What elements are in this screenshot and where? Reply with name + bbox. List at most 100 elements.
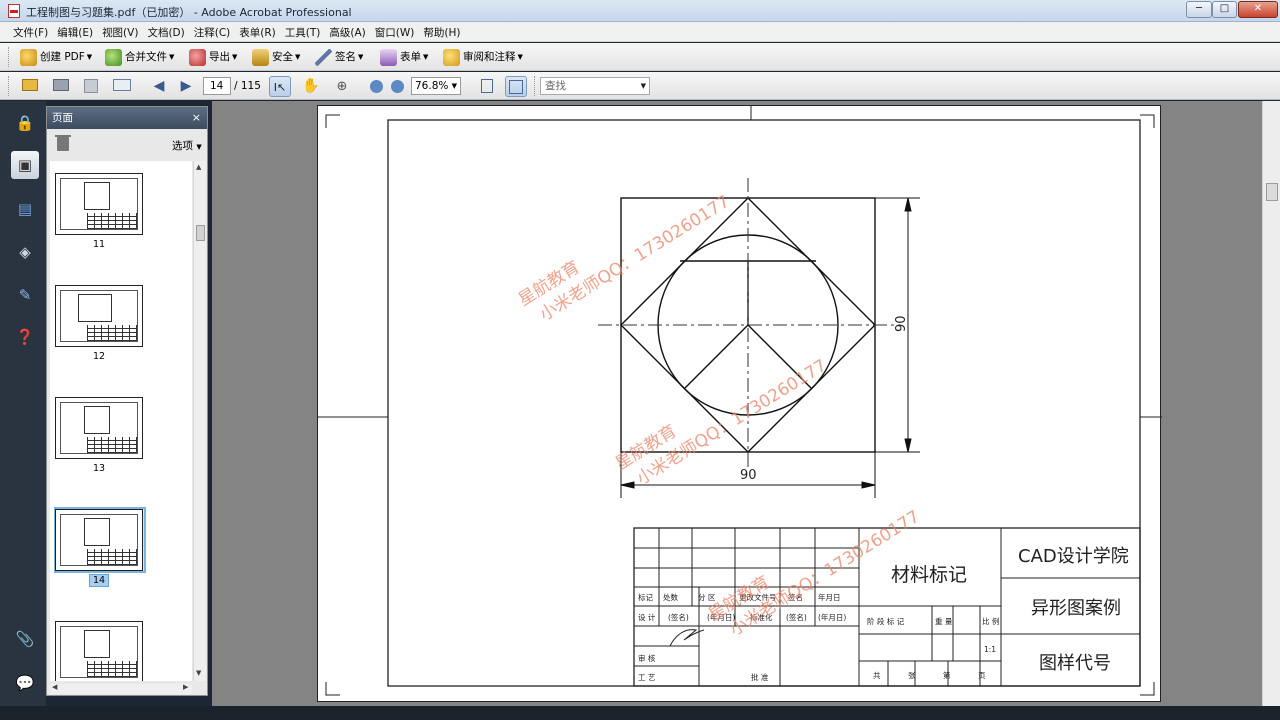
chevron-down-icon: ▼ — [169, 53, 175, 61]
zoom-level-value: 76.8% — [415, 80, 449, 92]
tb-sheets-label: 张 — [908, 671, 916, 680]
options-button[interactable]: 选项 ▼ — [172, 138, 202, 153]
window-title: 工程制图与习题集.pdf（已加密） - Adobe Acrobat Profes… — [26, 6, 352, 19]
scroll-left-icon[interactable]: ◀ — [52, 683, 57, 691]
toolbar-grip[interactable] — [8, 47, 11, 67]
menu-view[interactable]: 视图(V) — [102, 22, 138, 40]
menu-comments[interactable]: 注释(C) — [194, 22, 231, 40]
toolbar-grip[interactable] — [8, 76, 11, 96]
trash-icon[interactable] — [55, 135, 71, 151]
menu-forms[interactable]: 表单(R) — [239, 22, 276, 40]
page-thumbnail[interactable] — [55, 397, 143, 459]
zoom-in-icon[interactable] — [386, 76, 408, 97]
comments-icon[interactable]: 💬 — [11, 669, 39, 697]
menu-edit[interactable]: 编辑(E) — [57, 22, 93, 40]
scroll-down-icon[interactable]: ▼ — [196, 669, 201, 677]
chevron-down-icon: ▼ — [358, 53, 364, 61]
tb-zone-label: 分 区 — [698, 593, 716, 602]
page-thumbnail[interactable] — [55, 285, 143, 347]
save-icon[interactable] — [80, 76, 102, 97]
navigation-pane: 🔒 ▣ ▤ ◈ ✎ ❓ 📎 💬 — [0, 101, 46, 720]
tb-mark-label: 标记 — [638, 592, 653, 602]
page-number-input[interactable]: 14 — [203, 77, 231, 95]
tb-standard-date: (年月日) — [818, 612, 846, 622]
close-button[interactable]: ✕ — [1238, 1, 1278, 18]
pages-panel-toolbar: 选项 ▼ — [47, 129, 207, 159]
find-input[interactable]: 查找 ▼ — [540, 77, 650, 95]
scrollbar-thumb[interactable] — [1266, 183, 1278, 201]
menu-document[interactable]: 文档(D) — [147, 22, 184, 40]
pages-panel-title: 页面 — [52, 112, 73, 124]
document-view[interactable]: 90 90 标记 处数 分 区 更改文件号 签名 年月日 设 计 (签名) (年… — [212, 101, 1262, 720]
tb-school-name: CAD设计学院 — [1018, 546, 1129, 567]
secure-label: 安全 — [272, 51, 293, 63]
scroll-right-icon[interactable]: ▶ — [183, 683, 188, 691]
thumbnail-horizontal-scrollbar[interactable]: ◀ ▶ — [50, 683, 192, 694]
vertical-dimension-label: 90 — [894, 315, 909, 332]
menu-tools[interactable]: 工具(T) — [285, 22, 321, 40]
title-bar: 工程制图与习题集.pdf（已加密） - Adobe Acrobat Profes… — [0, 0, 1280, 22]
signatures-icon[interactable]: ✎ — [11, 281, 39, 309]
bookmarks-icon[interactable]: ▤ — [11, 195, 39, 223]
scrollbar-thumb[interactable] — [196, 225, 205, 241]
chevron-down-icon: ▼ — [86, 53, 93, 61]
page-thumbnail-selected[interactable] — [55, 509, 143, 571]
export-button[interactable]: 导出 ▼ — [189, 47, 237, 67]
menu-file[interactable]: 文件(F) — [13, 22, 48, 40]
pdf-page: 90 90 标记 处数 分 区 更改文件号 签名 年月日 设 计 (签名) (年… — [317, 105, 1162, 702]
minimize-button[interactable]: ─ — [1186, 1, 1212, 18]
sign-button[interactable]: 签名 ▼ — [315, 47, 363, 67]
security-lock-icon[interactable]: 🔒 — [11, 109, 39, 137]
maximize-button[interactable]: □ — [1212, 1, 1237, 18]
zoom-out-icon[interactable] — [365, 76, 387, 97]
zoom-tool-icon[interactable]: ⊕ — [331, 76, 353, 97]
next-page-icon[interactable]: ▶ — [175, 76, 197, 97]
help-icon[interactable]: ❓ — [11, 323, 39, 351]
page-thumbnail[interactable] — [55, 621, 143, 681]
toolbar-grip[interactable] — [534, 76, 537, 96]
zoom-level-select[interactable]: 76.8% ▼ — [411, 77, 461, 95]
hand-tool-icon[interactable]: ✋ — [300, 76, 322, 97]
pdf-file-icon — [8, 4, 20, 18]
export-label: 导出 — [209, 51, 230, 63]
tb-process-label: 工 艺 — [638, 673, 655, 682]
attachments-icon[interactable]: 📎 — [11, 625, 39, 653]
forms-button[interactable]: 表单 ▼ — [380, 47, 428, 67]
thumbnail-list: 11 12 13 14 — [50, 161, 192, 681]
fit-page-icon[interactable] — [476, 76, 498, 97]
combine-files-button[interactable]: 合并文件 ▼ — [105, 47, 174, 67]
thumbnail-label-selected: 14 — [55, 574, 143, 587]
tb-scale-value: 1:1 — [984, 645, 996, 654]
review-comment-button[interactable]: 审阅和注释 ▼ — [443, 47, 523, 67]
create-pdf-button[interactable]: 创建 PDF ▼ — [20, 47, 92, 67]
chevron-down-icon: ▼ — [517, 53, 523, 61]
select-text-icon[interactable]: I↖ — [269, 76, 291, 97]
menu-window[interactable]: 窗口(W) — [375, 22, 415, 40]
tb-drawing-code: 图样代号 — [1039, 653, 1111, 674]
close-icon[interactable]: × — [192, 107, 201, 129]
chevron-down-icon: ▼ — [451, 82, 457, 90]
layers-icon[interactable]: ◈ — [11, 238, 39, 266]
secure-button[interactable]: 安全 ▼ — [252, 47, 300, 67]
watermark-line2: 小米老师QQ：1730260177 — [536, 192, 733, 326]
thumbnail-label: 11 — [92, 239, 106, 250]
tb-stage-label: 阶 段 标 记 — [867, 616, 905, 626]
page-thumbnail[interactable] — [55, 173, 143, 235]
email-icon[interactable] — [111, 76, 133, 97]
print-icon[interactable] — [50, 76, 72, 97]
previous-page-icon[interactable]: ◀ — [148, 76, 170, 97]
open-folder-icon[interactable] — [19, 76, 41, 97]
create-pdf-label: 创建 PDF — [40, 51, 85, 63]
thumbnail-scrollbar[interactable]: ▲ ▼ — [193, 161, 206, 681]
menu-help[interactable]: 帮助(H) — [423, 22, 460, 40]
scroll-up-icon[interactable]: ▲ — [196, 163, 201, 171]
tb-scale-label: 比 例 — [982, 616, 999, 626]
menu-advanced[interactable]: 高级(A) — [329, 22, 365, 40]
document-scrollbar[interactable] — [1262, 101, 1280, 720]
tb-design-label: 设 计 — [638, 612, 656, 622]
watermark: 星航教育 小米老师QQ：1730260177 — [515, 192, 733, 326]
fit-width-icon[interactable] — [505, 76, 527, 97]
pages-icon[interactable]: ▣ — [11, 151, 39, 179]
chevron-down-icon: ▼ — [423, 53, 429, 61]
watermark: 星航教育 小米老师QQ：1730260177 — [612, 356, 830, 490]
